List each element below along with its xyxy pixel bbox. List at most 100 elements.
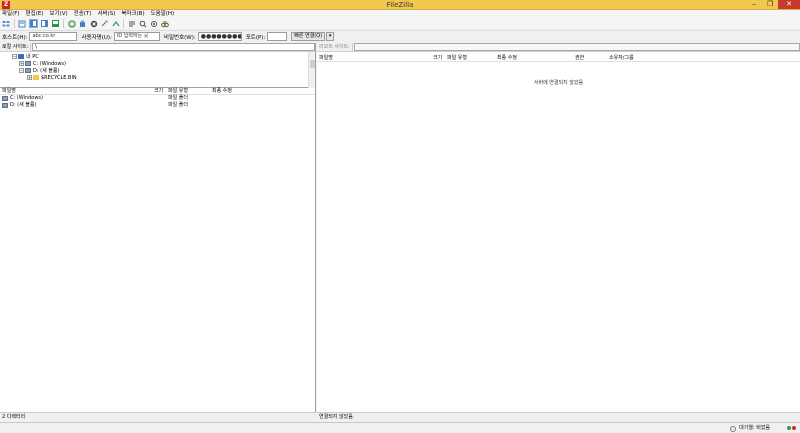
- menu-help[interactable]: 도움말(H): [151, 10, 175, 18]
- find-icon[interactable]: [160, 19, 169, 28]
- tree-node-label: C: (Windows): [33, 60, 66, 67]
- expand-icon[interactable]: +: [19, 61, 24, 66]
- disconnect-icon[interactable]: [100, 19, 109, 28]
- remote-site-bar: 리모트 사이트:: [317, 42, 800, 52]
- menu-view[interactable]: 보기(V): [49, 10, 67, 18]
- tree-node-label: $RECYCLE.BIN: [41, 74, 77, 81]
- minimize-button[interactable]: –: [746, 0, 762, 9]
- process-queue-icon[interactable]: [78, 19, 87, 28]
- cancel-icon[interactable]: [89, 19, 98, 28]
- toolbar: [0, 18, 800, 29]
- queue-icon: [730, 425, 737, 432]
- file-type: 파일 폴더: [168, 102, 188, 108]
- username-input[interactable]: ID 입력하는 곳: [113, 32, 160, 41]
- download-indicator-icon: [792, 426, 796, 430]
- not-connected-message: 서버에 연결되지 않았음: [533, 80, 584, 86]
- tree-node-pc[interactable]: − 내 PC: [12, 53, 39, 60]
- drive-icon: [2, 96, 8, 101]
- file-row[interactable]: C: (Windows) 파일 폴더: [0, 95, 315, 102]
- drive-icon: [25, 68, 31, 73]
- queue-label: 대기열: 비었음: [739, 425, 770, 431]
- menu-transfer[interactable]: 전송(T): [74, 10, 92, 18]
- close-button[interactable]: ✕: [778, 0, 800, 9]
- port-input[interactable]: [267, 32, 288, 41]
- refresh-icon[interactable]: [67, 19, 76, 28]
- scrollbar-thumb[interactable]: [310, 60, 315, 68]
- column-name[interactable]: 파일명: [2, 88, 16, 95]
- toggle-queue-icon[interactable]: [51, 19, 60, 28]
- maximize-button[interactable]: ❐: [762, 0, 778, 9]
- quickconnect-dropdown[interactable]: ▾: [326, 32, 335, 41]
- toggle-remote-tree-icon[interactable]: [40, 19, 49, 28]
- menu-file[interactable]: 파일(F): [2, 10, 20, 18]
- toggle-local-tree-icon[interactable]: [29, 19, 38, 28]
- menu-bar: 파일(F) 편집(E) 보기(V) 전송(T) 서버(S) 북마크(B) 도움말…: [0, 10, 800, 18]
- local-pane: 로컬 사이트: \ − 내 PC + C: (Windows) − D: (새 …: [0, 42, 316, 422]
- column-type[interactable]: 파일 유형: [168, 88, 188, 95]
- upload-indicator-icon: [787, 426, 791, 430]
- title-bar: Z FileZilla – ❐ ✕: [0, 0, 800, 10]
- local-site-label: 로컬 사이트:: [0, 42, 32, 52]
- host-label: 호스트(H):: [2, 34, 28, 41]
- local-site-bar: 로컬 사이트: \: [0, 42, 315, 52]
- computer-icon: [18, 54, 24, 59]
- drive-icon: [25, 61, 31, 66]
- quickconnect-button[interactable]: 빠른 연결(Q): [291, 32, 326, 41]
- column-modified[interactable]: 최종 수정: [497, 55, 517, 62]
- username-label: 사용자명(U):: [81, 34, 112, 41]
- tree-node-recycle-bin[interactable]: + $RECYCLE.BIN: [27, 74, 77, 81]
- remote-file-list-header: 파일명 크기 파일 유형 최종 수정 권한 소유자/그룹: [317, 55, 800, 62]
- menu-bookmarks[interactable]: 북마크(B): [121, 10, 144, 18]
- search-icon[interactable]: [138, 19, 147, 28]
- column-modified[interactable]: 최종 수정: [212, 88, 232, 95]
- column-size[interactable]: 크기: [433, 55, 442, 62]
- file-type: 파일 폴더: [168, 95, 188, 101]
- local-file-list-header: 파일명 크기 파일 유형 최종 수정: [0, 88, 315, 95]
- queue-status: 대기열: 비었음: [730, 424, 770, 433]
- file-name: C: (Windows): [10, 95, 43, 101]
- remote-site-label: 리모트 사이트:: [317, 42, 353, 52]
- compare-icon[interactable]: [149, 19, 158, 28]
- column-owner[interactable]: 소유자/그룹: [609, 55, 634, 62]
- collapse-icon[interactable]: −: [19, 68, 24, 73]
- port-label: 포트(P):: [245, 34, 266, 41]
- reconnect-icon[interactable]: [111, 19, 120, 28]
- site-manager-icon[interactable]: [2, 19, 11, 28]
- bottom-status-bar: 대기열: 비었음: [0, 422, 800, 433]
- window-controls: – ❐ ✕: [746, 0, 800, 9]
- expand-icon[interactable]: +: [27, 75, 32, 80]
- menu-edit[interactable]: 편집(E): [26, 10, 44, 18]
- password-label: 비밀번호(W):: [163, 34, 196, 41]
- collapse-icon[interactable]: −: [12, 54, 17, 59]
- tree-node-label: D: (새 볼륨): [33, 68, 60, 74]
- folder-icon: [33, 75, 39, 80]
- tree-node-drive-c[interactable]: + C: (Windows): [19, 60, 66, 67]
- toolbar-separator: [63, 19, 64, 28]
- file-row[interactable]: D: (새 볼륨) 파일 폴더: [0, 102, 315, 109]
- file-name: D: (새 볼륨): [10, 102, 37, 108]
- drive-icon: [2, 103, 8, 108]
- local-status: 2 디렉터리: [0, 412, 316, 422]
- window-title: FileZilla: [386, 1, 414, 9]
- toggle-log-icon[interactable]: [18, 19, 27, 28]
- remote-status: 연결되지 않았음.: [317, 412, 800, 422]
- remote-pane: 리모트 사이트: 파일명 크기 파일 유형 최종 수정 권한 소유자/그룹 서버…: [317, 42, 800, 422]
- password-input[interactable]: ●●●●●●●●: [197, 32, 242, 41]
- local-path-input[interactable]: \: [32, 43, 315, 51]
- transfer-indicators: [787, 426, 796, 430]
- column-permissions[interactable]: 권한: [575, 55, 584, 62]
- local-directory-tree: − 내 PC + C: (Windows) − D: (새 볼륨) + $REC…: [0, 52, 315, 88]
- column-type[interactable]: 파일 유형: [447, 55, 467, 62]
- column-name[interactable]: 파일명: [319, 55, 333, 62]
- column-size[interactable]: 크기: [154, 88, 163, 95]
- tree-node-drive-d[interactable]: − D: (새 볼륨): [19, 67, 59, 74]
- toolbar-separator: [123, 19, 124, 28]
- toolbar-separator: [14, 19, 15, 28]
- filter-icon[interactable]: [127, 19, 136, 28]
- host-input[interactable]: abc.co.kr: [29, 32, 78, 41]
- menu-server[interactable]: 서버(S): [97, 10, 115, 18]
- quickconnect-bar: 호스트(H): abc.co.kr 사용자명(U): ID 입력하는 곳 비밀번…: [0, 30, 800, 42]
- tree-scrollbar[interactable]: [308, 52, 315, 88]
- remote-path-input[interactable]: [353, 43, 800, 51]
- tree-node-label: 내 PC: [26, 54, 39, 60]
